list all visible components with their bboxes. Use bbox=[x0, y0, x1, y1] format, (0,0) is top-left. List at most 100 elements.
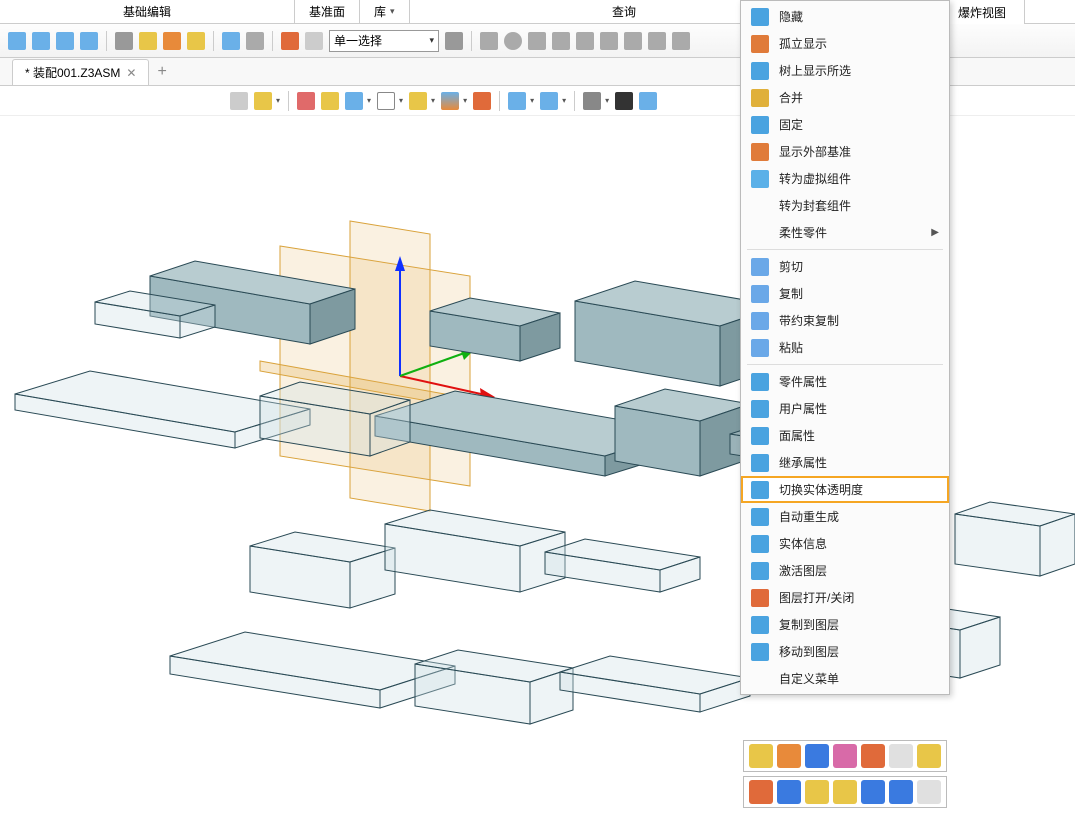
toolbar-icon[interactable] bbox=[305, 32, 323, 50]
menu-item[interactable]: 零件属性 bbox=[741, 368, 949, 395]
menu-item[interactable]: 剪切 bbox=[741, 253, 949, 280]
menu-item[interactable]: 图层打开/关闭 bbox=[741, 584, 949, 611]
menu-item[interactable]: 隐藏 bbox=[741, 3, 949, 30]
toolbar-icon[interactable] bbox=[80, 32, 98, 50]
toolbar-icon[interactable] bbox=[528, 32, 546, 50]
menu-item[interactable]: 复制到图层 bbox=[741, 611, 949, 638]
toolbar-icon[interactable] bbox=[648, 32, 666, 50]
menu-item[interactable]: 转为封套组件 bbox=[741, 192, 949, 219]
tray-icon[interactable] bbox=[889, 744, 913, 768]
toolbar-icon[interactable] bbox=[163, 32, 181, 50]
menu-datum[interactable]: 基准面 bbox=[295, 0, 360, 23]
menu-label: 剪切 bbox=[779, 258, 803, 275]
toolbar-icon[interactable] bbox=[445, 32, 463, 50]
menu-library[interactable]: 库▾ bbox=[360, 0, 410, 23]
view-icon[interactable] bbox=[409, 92, 427, 110]
menu-item[interactable]: 转为虚拟组件 bbox=[741, 165, 949, 192]
menu-icon bbox=[751, 670, 769, 688]
tray-icon[interactable] bbox=[749, 744, 773, 768]
menu-item[interactable]: 自动重生成 bbox=[741, 503, 949, 530]
tray-icon[interactable] bbox=[777, 744, 801, 768]
tray-icon[interactable] bbox=[749, 780, 773, 804]
toolbar-icon[interactable] bbox=[281, 32, 299, 50]
toolbar-icon[interactable] bbox=[246, 32, 264, 50]
menu-item[interactable]: 移动到图层 bbox=[741, 638, 949, 665]
menu-item[interactable]: 实体信息 bbox=[741, 530, 949, 557]
menu-icon bbox=[751, 339, 769, 357]
menu-explode-view[interactable]: 爆炸视图 bbox=[939, 0, 1025, 24]
menu-icon bbox=[751, 143, 769, 161]
toolbar-icon[interactable] bbox=[576, 32, 594, 50]
tray-icon[interactable] bbox=[805, 780, 829, 804]
toolbar-icon[interactable] bbox=[504, 32, 522, 50]
select-mode-dropdown[interactable]: 单一选择▾ bbox=[329, 30, 439, 52]
view-icon[interactable] bbox=[508, 92, 526, 110]
tray-icon[interactable] bbox=[833, 780, 857, 804]
menu-item[interactable]: 激活图层 bbox=[741, 557, 949, 584]
view-icon[interactable] bbox=[377, 92, 395, 110]
menu-icon bbox=[751, 508, 769, 526]
view-icon[interactable] bbox=[441, 92, 459, 110]
menu-label: 用户属性 bbox=[779, 400, 827, 417]
view-icon[interactable] bbox=[615, 92, 633, 110]
menu-basic-edit[interactable]: 基础编辑 bbox=[0, 0, 295, 23]
tray-icon[interactable] bbox=[917, 780, 941, 804]
toolbar-icon[interactable] bbox=[222, 32, 240, 50]
tray-icon[interactable] bbox=[805, 744, 829, 768]
toolbar-icon[interactable] bbox=[139, 32, 157, 50]
toolbar-icon[interactable] bbox=[32, 32, 50, 50]
menu-item[interactable]: 面属性 bbox=[741, 422, 949, 449]
view-icon[interactable] bbox=[297, 92, 315, 110]
menu-item[interactable]: 继承属性 bbox=[741, 449, 949, 476]
menu-item[interactable]: 固定 bbox=[741, 111, 949, 138]
view-icon[interactable] bbox=[230, 92, 248, 110]
toolbar-icon[interactable] bbox=[8, 32, 26, 50]
menu-item[interactable]: 用户属性 bbox=[741, 395, 949, 422]
toolbar-icon[interactable] bbox=[115, 32, 133, 50]
quick-tray-2 bbox=[743, 776, 947, 808]
menu-item[interactable]: 粘贴 bbox=[741, 334, 949, 361]
toolbar-icon[interactable] bbox=[600, 32, 618, 50]
view-icon[interactable] bbox=[540, 92, 558, 110]
menu-icon bbox=[751, 170, 769, 188]
menu-item[interactable]: 带约束复制 bbox=[741, 307, 949, 334]
toolbar-icon[interactable] bbox=[480, 32, 498, 50]
toolbar-icon[interactable] bbox=[624, 32, 642, 50]
menu-item[interactable]: 合并 bbox=[741, 84, 949, 111]
add-tab-button[interactable]: + bbox=[149, 59, 174, 85]
tray-icon[interactable] bbox=[861, 780, 885, 804]
menu-icon bbox=[751, 427, 769, 445]
menu-item[interactable]: 显示外部基准 bbox=[741, 138, 949, 165]
menu-item[interactable]: 复制 bbox=[741, 280, 949, 307]
menu-icon bbox=[751, 62, 769, 80]
tray-icon[interactable] bbox=[917, 744, 941, 768]
quick-tray-1 bbox=[743, 740, 947, 772]
menu-item[interactable]: 切换实体透明度 bbox=[741, 476, 949, 503]
menu-item[interactable]: 孤立显示 bbox=[741, 30, 949, 57]
view-icon[interactable] bbox=[321, 92, 339, 110]
view-icon[interactable] bbox=[639, 92, 657, 110]
menu-icon bbox=[751, 89, 769, 107]
document-tab[interactable]: * 装配001.Z3ASM ✕ bbox=[12, 59, 149, 85]
close-tab-icon[interactable]: ✕ bbox=[126, 66, 136, 80]
menu-label: 零件属性 bbox=[779, 373, 827, 390]
menu-icon bbox=[751, 258, 769, 276]
tray-icon[interactable] bbox=[777, 780, 801, 804]
view-icon[interactable] bbox=[583, 92, 601, 110]
menu-item[interactable]: 柔性零件▶ bbox=[741, 219, 949, 246]
menu-label: 柔性零件 bbox=[779, 224, 827, 241]
view-icon[interactable] bbox=[473, 92, 491, 110]
toolbar-icon[interactable] bbox=[187, 32, 205, 50]
tray-icon[interactable] bbox=[833, 744, 857, 768]
toolbar-icon[interactable] bbox=[672, 32, 690, 50]
toolbar-icon[interactable] bbox=[552, 32, 570, 50]
menu-divider bbox=[747, 249, 943, 250]
view-icon[interactable] bbox=[254, 92, 272, 110]
view-icon[interactable] bbox=[345, 92, 363, 110]
menu-item[interactable]: 树上显示所选 bbox=[741, 57, 949, 84]
tray-icon[interactable] bbox=[889, 780, 913, 804]
menu-label: 粘贴 bbox=[779, 339, 803, 356]
tray-icon[interactable] bbox=[861, 744, 885, 768]
toolbar-icon[interactable] bbox=[56, 32, 74, 50]
menu-item[interactable]: 自定义菜单 bbox=[741, 665, 949, 692]
